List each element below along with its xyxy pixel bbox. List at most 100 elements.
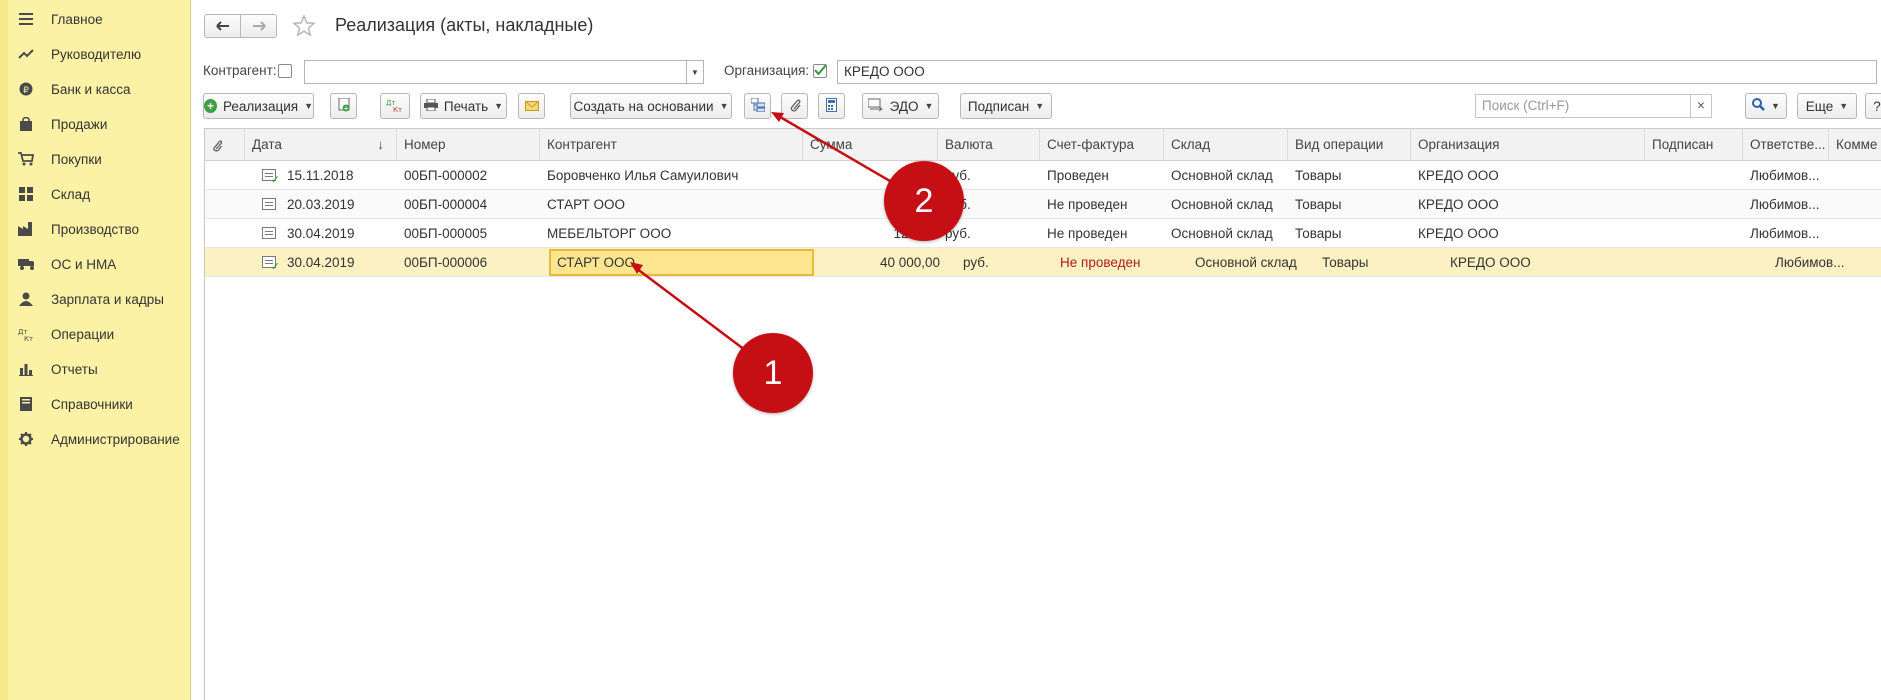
attach-file-button[interactable] bbox=[781, 93, 808, 119]
column-header-counterparty[interactable]: Контрагент bbox=[540, 129, 803, 161]
chevron-down-icon: ▼ bbox=[1035, 101, 1045, 111]
sidebar-item-manager[interactable]: Руководителю bbox=[18, 42, 141, 66]
row-invoice: Не проведен bbox=[1047, 197, 1128, 212]
gear-icon bbox=[18, 431, 34, 447]
sidebar-item-label: Руководителю bbox=[51, 46, 142, 62]
sidebar: Главное Руководителю ₽ Банк и касса Прод… bbox=[0, 0, 191, 700]
column-header-number[interactable]: Номер bbox=[397, 129, 540, 161]
email-button[interactable] bbox=[518, 93, 545, 119]
sidebar-item-reports[interactable]: Отчеты bbox=[18, 357, 98, 381]
trend-icon bbox=[18, 46, 34, 62]
organization-input[interactable]: КРЕДО ООО bbox=[837, 60, 1877, 84]
column-header-invoice[interactable]: Счет-фактура bbox=[1040, 129, 1164, 161]
sidebar-item-label: Операции bbox=[51, 326, 115, 342]
edo-button[interactable]: ЭДО ▼ bbox=[862, 93, 939, 119]
column-header-operation[interactable]: Вид операции bbox=[1288, 129, 1411, 161]
column-header-date[interactable]: Дата ↓ bbox=[245, 129, 397, 161]
print-label: Печать bbox=[443, 98, 489, 114]
column-header-label: Номер bbox=[404, 137, 446, 152]
star-icon[interactable] bbox=[292, 14, 316, 38]
row-organization: КРЕДО ООО bbox=[1418, 168, 1499, 183]
sidebar-item-label: ОС и НМА bbox=[51, 256, 117, 272]
row-date: 30.04.2019 bbox=[287, 226, 355, 241]
paperclip-icon bbox=[789, 98, 801, 115]
paperclip-icon bbox=[212, 137, 223, 152]
search-clear-button[interactable]: × bbox=[1690, 94, 1712, 118]
table-row-selected[interactable]: ✓ 30.04.2019 00БП-000006 СТАРТ ООО 40 00… bbox=[205, 248, 1881, 277]
annotation-badge-1: 1 bbox=[733, 333, 813, 413]
chevron-down-icon: ▼ bbox=[1839, 101, 1849, 111]
column-header-currency[interactable]: Валюта bbox=[938, 129, 1040, 161]
more-button[interactable]: Еще ▼ bbox=[1797, 93, 1857, 119]
bar-chart-icon bbox=[18, 361, 34, 377]
sidebar-item-bank[interactable]: ₽ Банк и касса bbox=[18, 77, 131, 101]
sidebar-item-salary[interactable]: Зарплата и кадры bbox=[18, 287, 164, 311]
back-button[interactable] bbox=[204, 14, 241, 38]
counterparty-checkbox[interactable] bbox=[278, 64, 292, 78]
counterparty-dropdown-button[interactable]: ▼ bbox=[686, 60, 704, 84]
column-header-label: Контрагент bbox=[547, 137, 617, 152]
sort-arrow-icon: ↓ bbox=[377, 137, 384, 152]
sidebar-item-label: Банк и касса bbox=[51, 81, 131, 97]
create-realization-button[interactable]: + Реализация ▼ bbox=[203, 93, 314, 119]
edo-icon bbox=[867, 98, 884, 115]
row-responsible: Любимов... bbox=[1750, 226, 1820, 241]
column-header-label: Ответстве... bbox=[1750, 137, 1826, 152]
sidebar-item-assets[interactable]: ОС и НМА bbox=[18, 252, 116, 276]
arrow-left-icon bbox=[215, 19, 230, 34]
row-operation: Товары bbox=[1295, 197, 1342, 212]
column-header-signed[interactable]: Подписан bbox=[1645, 129, 1743, 161]
organization-checkbox[interactable] bbox=[813, 64, 827, 78]
sidebar-item-operations[interactable]: Дт Кт Операции bbox=[18, 322, 114, 346]
calculator-button[interactable] bbox=[818, 93, 845, 119]
column-header-comment[interactable]: Комме bbox=[1829, 129, 1881, 161]
dt-kt-button[interactable]: Дт Кт bbox=[380, 93, 410, 119]
sidebar-item-main[interactable]: Главное bbox=[18, 7, 103, 31]
document-structure-button[interactable] bbox=[744, 93, 771, 119]
row-warehouse: Основной склад bbox=[1171, 226, 1273, 241]
forward-button[interactable] bbox=[240, 14, 277, 38]
row-warehouse: Основной склад bbox=[1195, 255, 1297, 270]
counterparty-input[interactable] bbox=[304, 60, 687, 84]
sidebar-item-warehouse[interactable]: Склад bbox=[18, 182, 90, 206]
sidebar-item-production[interactable]: Производство bbox=[18, 217, 139, 241]
sidebar-item-label: Склад bbox=[51, 186, 91, 202]
svg-text:₽: ₽ bbox=[23, 86, 29, 96]
sidebar-item-label: Покупки bbox=[51, 151, 102, 167]
document-icon bbox=[262, 198, 276, 210]
help-button[interactable]: ? bbox=[1865, 93, 1881, 119]
signed-filter-button[interactable]: Подписан ▼ bbox=[960, 93, 1052, 119]
sidebar-item-references[interactable]: Справочники bbox=[18, 392, 133, 416]
sidebar-item-administration[interactable]: Администрирование bbox=[18, 427, 180, 451]
column-header-responsible[interactable]: Ответстве... bbox=[1743, 129, 1829, 161]
annotation-badge-2: 2 bbox=[884, 161, 964, 241]
chevron-down-icon: ▼ bbox=[304, 101, 313, 111]
organization-label: Организация: bbox=[724, 63, 810, 78]
row-responsible: Любимов... bbox=[1750, 197, 1820, 212]
sidebar-item-purchases[interactable]: Покупки bbox=[18, 147, 102, 171]
edo-label: ЭДО bbox=[889, 98, 919, 114]
copy-document-button[interactable]: + bbox=[330, 93, 357, 119]
row-invoice: Не проведен bbox=[1060, 255, 1141, 270]
attachment-column-header[interactable] bbox=[205, 129, 245, 161]
column-header-organization[interactable]: Организация bbox=[1411, 129, 1645, 161]
column-header-label: Комме bbox=[1836, 137, 1878, 152]
documents-table: Дата ↓ Номер Контрагент Сумма Валюта Сче… bbox=[204, 128, 1881, 700]
table-row[interactable]: 30.04.2019 00БП-000005 МЕБЕЛЬТОРГ ООО 12… bbox=[205, 219, 1881, 248]
column-header-label: Вид операции bbox=[1295, 137, 1384, 152]
sidebar-item-sales[interactable]: Продажи bbox=[18, 112, 107, 136]
column-header-label: Дата bbox=[252, 137, 282, 152]
search-button[interactable]: ▼ bbox=[1745, 93, 1787, 119]
row-number: 00БП-000005 bbox=[404, 226, 488, 241]
create-based-on-button[interactable]: Создать на основании ▼ bbox=[570, 93, 732, 119]
svg-text:Кт: Кт bbox=[393, 106, 402, 112]
table-row[interactable]: 20.03.2019 00БП-000004 СТАРТ ООО 6... ру… bbox=[205, 190, 1881, 219]
table-row[interactable]: ✓ 15.11.2018 00БП-000002 Боровченко Илья… bbox=[205, 161, 1881, 190]
search-input[interactable]: Поиск (Ctrl+F) bbox=[1475, 94, 1691, 118]
column-header-warehouse[interactable]: Склад bbox=[1164, 129, 1288, 161]
print-button[interactable]: Печать ▼ bbox=[420, 93, 507, 119]
table-header: Дата ↓ Номер Контрагент Сумма Валюта Сче… bbox=[205, 129, 1881, 161]
row-date: 30.04.2019 bbox=[287, 255, 355, 270]
column-header-sum[interactable]: Сумма bbox=[803, 129, 938, 161]
truck-icon bbox=[18, 256, 34, 272]
